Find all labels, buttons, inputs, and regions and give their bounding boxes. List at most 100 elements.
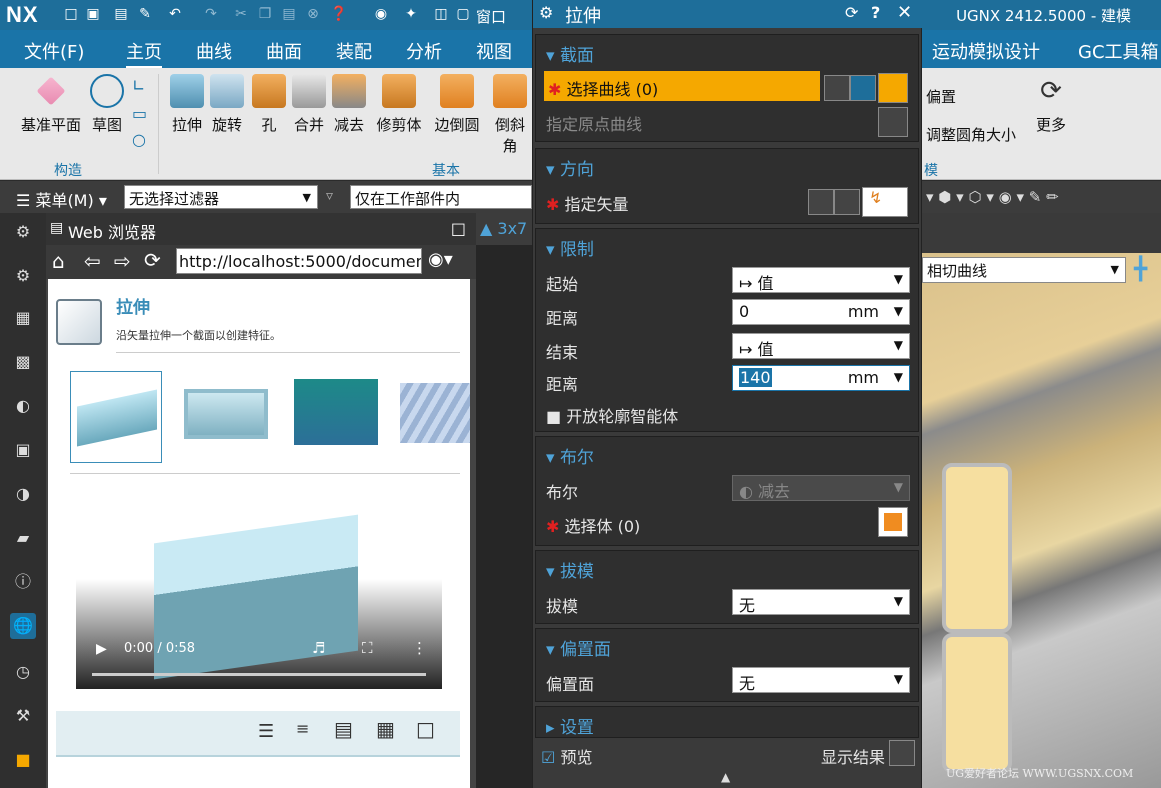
section-direction-header[interactable]: ▾ 方向 xyxy=(546,155,594,180)
redo-icon[interactable]: ↷ xyxy=(202,5,220,23)
select-curve-field[interactable]: ✱ 选择曲线 (0) xyxy=(544,71,820,101)
thumbnail-boss[interactable] xyxy=(294,379,378,445)
comment-icon[interactable]: □ xyxy=(416,717,435,741)
boolean-select[interactable]: ◐ 减去 ▼ xyxy=(732,475,910,501)
part-tab[interactable]: ▲ 3x7 xyxy=(476,213,532,245)
vector-dropdown[interactable]: ↯ xyxy=(862,187,908,217)
window-icon[interactable]: ▢ xyxy=(454,5,472,23)
video-progress[interactable] xyxy=(92,673,426,676)
sketch-button[interactable]: 草图 xyxy=(88,74,126,135)
scope-select[interactable]: 仅在工作部件内 xyxy=(350,185,532,209)
circle-icon[interactable]: ○ xyxy=(132,130,146,149)
preview-checkbox[interactable]: ☑ 预览 xyxy=(541,744,592,768)
section-settings-header[interactable]: ▸ 设置 xyxy=(546,713,594,738)
reset-vector-icon[interactable] xyxy=(808,189,834,215)
type-filter-select[interactable]: 无选择过滤器 ▼ xyxy=(124,185,318,209)
intersection-icon[interactable]: ╋ xyxy=(1134,257,1147,282)
select-body-icon[interactable] xyxy=(878,507,908,537)
microphone-icon[interactable]: ◉ xyxy=(372,5,390,23)
open-profile-checkbox[interactable]: ■ 开放轮廓智能体 xyxy=(546,403,678,427)
undo-icon[interactable]: ↶ xyxy=(166,5,184,23)
palette-icon[interactable]: ■ xyxy=(10,747,36,773)
subtract-button[interactable]: 减去 xyxy=(330,74,368,135)
open-file-icon[interactable]: ▣ xyxy=(84,5,102,23)
video-player[interactable]: ▶ 0:00 / 0:58 ♬ ⛶ ⋮ xyxy=(76,489,442,689)
distance2-input[interactable]: 140 mm ▼ xyxy=(732,365,910,391)
paste-icon[interactable]: ▤ xyxy=(280,5,298,23)
show-result-icon[interactable] xyxy=(889,740,915,766)
edge-blend-button[interactable]: 边倒圆 xyxy=(430,74,484,135)
start-select[interactable]: ↦ 值 ▼ xyxy=(732,267,910,293)
back-icon[interactable]: ⇦ xyxy=(84,249,101,273)
tools-icon[interactable]: ⚒ xyxy=(10,703,36,729)
settings-gear-icon[interactable]: ⚙ xyxy=(10,219,36,245)
origin-curve-icon[interactable] xyxy=(878,107,908,137)
web-browser-icon[interactable]: 🌐 xyxy=(10,613,36,639)
menu-surface[interactable]: 曲面 xyxy=(266,38,302,64)
rectangle-icon[interactable]: ▭ xyxy=(132,104,147,123)
resize-fillet-button[interactable]: 调整圆角大小 xyxy=(926,124,1016,145)
cut-icon[interactable]: ✂ xyxy=(232,5,250,23)
more-options-icon[interactable]: ⋮ xyxy=(412,639,427,657)
thumbnail-pocket[interactable] xyxy=(184,389,268,439)
chamfer-button[interactable]: 倒斜角 xyxy=(488,74,532,156)
part-navigator-icon[interactable]: ▦ xyxy=(10,305,36,331)
line-icon[interactable]: ∟ xyxy=(132,76,145,95)
play-icon[interactable]: ▶ xyxy=(96,641,107,657)
process-icon[interactable]: ▰ xyxy=(10,525,36,551)
assembly-navigator-icon[interactable]: ▩ xyxy=(10,349,36,375)
menu-analysis[interactable]: 分析 xyxy=(406,38,442,64)
window-layout-icon[interactable]: ◫ xyxy=(432,5,450,23)
menu-assembly[interactable]: 装配 xyxy=(336,38,372,64)
menu-motion[interactable]: 运动模拟设计 xyxy=(932,38,1040,64)
section-boolean-header[interactable]: ▾ 布尔 xyxy=(546,443,594,468)
command-finder-icon[interactable]: ✦ xyxy=(402,5,420,23)
gear-icon[interactable]: ⚙ xyxy=(539,3,553,22)
info-icon[interactable]: ⓘ xyxy=(10,569,36,595)
window-menu[interactable]: 窗口 xyxy=(476,6,506,27)
reuse-library-icon[interactable]: ▣ xyxy=(10,437,36,463)
menu-icon[interactable]: ☰ xyxy=(258,721,274,742)
forward-icon[interactable]: ⇨ xyxy=(114,249,131,273)
menu-gc-toolbox[interactable]: GC工具箱 xyxy=(1078,38,1159,64)
revolve-button[interactable]: 旋转 xyxy=(208,74,246,135)
refresh-icon[interactable]: ⟳ xyxy=(144,248,161,272)
trim-body-button[interactable]: 修剪体 xyxy=(372,74,426,135)
new-file-icon[interactable]: □ xyxy=(62,5,80,23)
binoculars-icon[interactable]: ◉▾ xyxy=(428,249,453,270)
history-icon[interactable]: ◷ xyxy=(10,659,36,685)
reverse-vector-icon[interactable] xyxy=(834,189,860,215)
end-select[interactable]: ↦ 值 ▼ xyxy=(732,333,910,359)
menu-home[interactable]: 主页 xyxy=(126,38,162,68)
save-icon[interactable]: ▤ xyxy=(112,5,130,23)
reset-icon[interactable]: ⟳ xyxy=(845,3,858,22)
draft-select[interactable]: 无 ▼ xyxy=(732,589,910,615)
section-draft-header[interactable]: ▾ 拔模 xyxy=(546,557,594,582)
offset-select[interactable]: 无 ▼ xyxy=(732,667,910,693)
distance1-input[interactable]: 0 mm ▼ xyxy=(732,299,910,325)
menu-view[interactable]: 视图 xyxy=(476,38,512,64)
datum-plane-button[interactable]: 基准平面 xyxy=(16,74,86,135)
help-icon[interactable]: ? xyxy=(871,3,880,22)
section-offset-header[interactable]: ▾ 偏置面 xyxy=(546,635,611,660)
toc-icon[interactable]: ▤ xyxy=(334,717,353,741)
menu-button[interactable]: ☰ 菜单(M) ▾ xyxy=(16,187,107,211)
unite-button[interactable]: 合并 xyxy=(290,74,328,135)
help-icon[interactable]: ❓ xyxy=(330,5,348,23)
section-limits-header[interactable]: ▾ 限制 xyxy=(546,235,594,260)
menu-curve[interactable]: 曲线 xyxy=(196,38,232,64)
copy-icon[interactable]: ❐ xyxy=(256,5,274,23)
section-profile-header[interactable]: ▾ 截面 xyxy=(546,41,594,66)
close-icon[interactable]: ✕ xyxy=(897,2,912,23)
curve-icon[interactable] xyxy=(878,73,908,103)
home-icon[interactable]: ⌂ xyxy=(52,249,65,273)
hole-button[interactable]: 孔 xyxy=(250,74,288,135)
hd3d-icon[interactable]: ◑ xyxy=(10,481,36,507)
offset-button[interactable]: 偏置 xyxy=(926,86,956,107)
menu-file[interactable]: 文件(F) xyxy=(24,38,84,64)
maximize-icon[interactable]: □ xyxy=(451,219,466,238)
view-toolbar-icons[interactable]: ▾ ⬢ ▾ ⬡ ▾ ◉ ▾ ✎ ✏ xyxy=(926,188,1059,206)
save-as-icon[interactable]: ✎ xyxy=(136,5,154,23)
numbered-list-icon[interactable]: ≡ xyxy=(296,719,309,738)
url-input[interactable]: http://localhost:5000/document xyxy=(176,248,422,274)
